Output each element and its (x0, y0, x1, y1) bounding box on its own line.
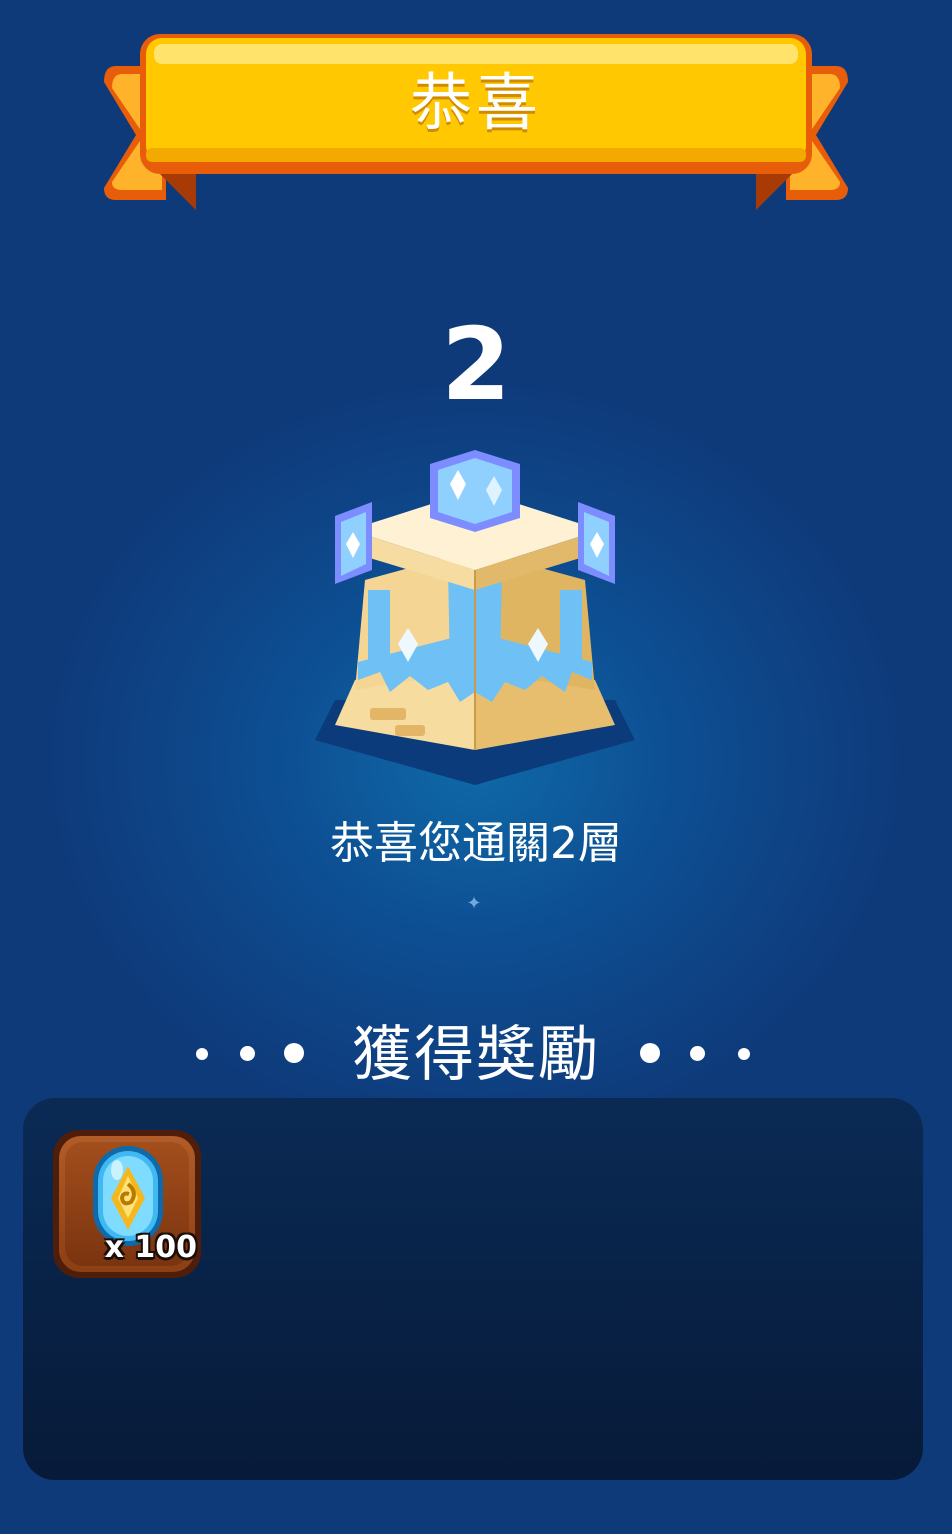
decor-dot (690, 1046, 705, 1061)
sparkle-icon: ✦ (466, 893, 482, 914)
tower-icon (310, 440, 640, 790)
reward-title: 獲得獎勵 (352, 1020, 600, 1090)
decor-dot (284, 1043, 304, 1063)
decor-dot (738, 1048, 750, 1060)
clear-message: 恭喜您通關2層 (330, 818, 622, 869)
reward-header: 獲得獎勵 (0, 1010, 952, 1100)
decor-dot (240, 1046, 255, 1061)
reward-count: x 100 (104, 1230, 197, 1265)
title-banner: 恭喜 (96, 30, 856, 230)
reward-item[interactable]: x 100 (53, 1130, 201, 1278)
decor-dot (196, 1048, 208, 1060)
banner-title: 恭喜 (409, 66, 542, 139)
floor-number: 2 (441, 306, 511, 423)
reward-panel: x 100 (23, 1098, 923, 1480)
decor-dot (640, 1043, 660, 1063)
